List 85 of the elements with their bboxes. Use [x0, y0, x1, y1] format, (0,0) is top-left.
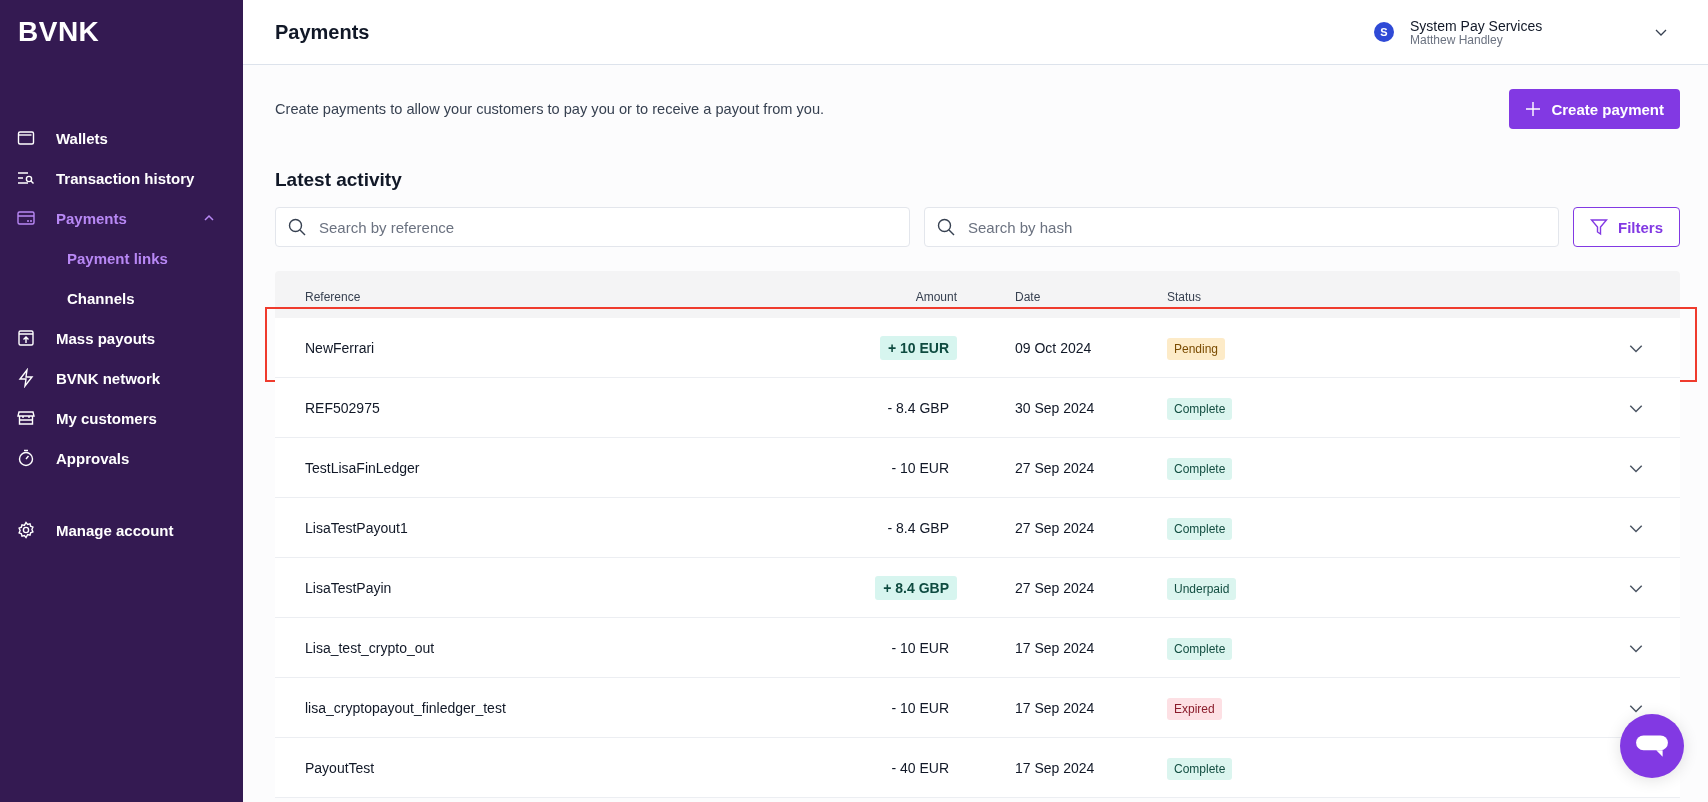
status-tag: Complete	[1167, 757, 1233, 780]
upload-icon	[16, 328, 36, 348]
table-row[interactable]: lisa_cryptopayout_finledger_test - 10 EUR 17 Sep 2024 Expired	[275, 678, 1680, 738]
status-tag: Complete	[1167, 517, 1233, 540]
plus-icon	[1525, 101, 1542, 117]
status-tag: Complete	[1167, 457, 1233, 480]
gear-icon	[16, 520, 36, 540]
status-tag: Complete	[1167, 637, 1233, 660]
nav-label: Transaction history	[56, 169, 195, 187]
amount: - 10 EUR	[890, 458, 950, 478]
nav-item[interactable]: Transaction history	[0, 158, 243, 198]
wallet-icon	[16, 128, 36, 148]
table-row[interactable]: Lisa_test_crypto_out - 10 EUR 17 Sep 2024 Complete	[275, 618, 1680, 678]
table-row[interactable]: TestLisaFinLedger - 10 EUR 27 Sep 2024 Complete	[275, 438, 1680, 498]
account-name: System Pay Services	[1410, 17, 1544, 34]
table-cell-text: 27 Sep 2024	[1014, 459, 1096, 476]
create-payment-button[interactable]: Create payment	[1509, 89, 1680, 129]
amount: - 10 EUR	[890, 698, 950, 718]
section-title: Latest activity	[275, 169, 403, 191]
card-icon	[16, 208, 36, 228]
avatar: S	[1374, 22, 1394, 42]
column-header: Reference	[304, 289, 362, 304]
page-title: Payments	[275, 20, 371, 44]
table-row[interactable]: REF502975 - 8.4 GBP 30 Sep 2024 Complete	[275, 378, 1680, 438]
logo: BVNK	[17, 15, 101, 49]
nav-item[interactable]: My customers	[0, 398, 243, 438]
table-row[interactable]: LisaTestPayout1 - 8.4 GBP 27 Sep 2024 Complete	[275, 498, 1680, 558]
table-cell-text: Lisa_test_crypto_out	[304, 639, 436, 656]
amount: + 8.4 GBP	[875, 575, 957, 600]
table-row[interactable]: NewFerrari + 10 EUR 09 Oct 2024 Pending	[275, 318, 1680, 378]
table-cell-text: PayoutTest	[304, 759, 376, 776]
nav-item[interactable]: Mass payouts	[0, 318, 243, 358]
nav-item[interactable]: Wallets	[0, 118, 243, 158]
stopwatch-icon	[16, 448, 36, 468]
chat-bubble-icon	[1635, 733, 1669, 759]
nav-subitem[interactable]: Channels	[0, 278, 135, 318]
amount: + 10 EUR	[879, 335, 957, 360]
table-cell-text: LisaTestPayout1	[304, 519, 409, 536]
nav-label: Mass payouts	[56, 329, 156, 347]
lightning-icon	[16, 368, 36, 388]
nav-item[interactable]: Approvals	[0, 438, 243, 478]
table-cell-text: 17 Sep 2024	[1014, 759, 1096, 776]
nav-item[interactable]: Manage account	[0, 510, 243, 550]
amount: - 10 EUR	[890, 638, 950, 658]
amount: - 40 EUR	[890, 758, 950, 778]
table-cell-text: TestLisaFinLedger	[304, 459, 421, 476]
table-row[interactable]: PayoutTest - 40 EUR 17 Sep 2024 Complete	[275, 738, 1680, 798]
search-icon	[288, 218, 306, 236]
store-icon	[16, 408, 36, 428]
nav-subitem[interactable]: Payment links	[0, 238, 168, 278]
table-cell-text: lisa_cryptopayout_finledger_test	[304, 699, 507, 716]
table-cell-text: REF502975	[304, 399, 381, 416]
column-header: Amount	[914, 289, 957, 304]
nav-label: Manage account	[56, 521, 174, 539]
intro-text: Create payments to allow your customers to pay you or to receive a payout from you.	[275, 101, 825, 117]
table-cell-text: 17 Sep 2024	[1014, 639, 1096, 656]
table-cell-text: LisaTestPayin	[304, 579, 393, 596]
nav-label: BVNK network	[56, 369, 161, 387]
nav-item[interactable]: BVNK network	[0, 358, 243, 398]
amount: - 8.4 GBP	[886, 518, 950, 538]
table-cell-text: 27 Sep 2024	[1014, 579, 1096, 596]
table-cell-text: NewFerrari	[304, 339, 376, 356]
table-cell-text: 30 Sep 2024	[1014, 399, 1096, 416]
table-cell-text: 09 Oct 2024	[1014, 339, 1093, 356]
status-tag: Pending	[1167, 337, 1226, 360]
nav-label: My customers	[56, 409, 157, 427]
status-tag: Complete	[1167, 397, 1233, 420]
nav-label: Payments	[56, 209, 127, 227]
nav-item[interactable]: Payments	[0, 198, 243, 238]
amount: - 8.4 GBP	[886, 398, 950, 418]
search-icon	[937, 218, 955, 236]
search-field[interactable]: Search by reference	[275, 207, 910, 247]
status-tag: Underpaid	[1167, 577, 1237, 600]
nav-label: Wallets	[56, 129, 108, 147]
search-field[interactable]: Search by hash	[924, 207, 1559, 247]
filters-button[interactable]: Filters	[1573, 207, 1680, 247]
user-name: Matthew Handley	[1410, 33, 1504, 47]
table-row[interactable]: LisaTestPayin + 8.4 GBP 27 Sep 2024 Underpaid	[275, 558, 1680, 618]
table-cell-text: 17 Sep 2024	[1014, 699, 1096, 716]
table-cell-text: 27 Sep 2024	[1014, 519, 1096, 536]
column-header: Date	[1014, 289, 1042, 304]
status-tag: Expired	[1167, 697, 1222, 720]
nav-label: Approvals	[56, 449, 130, 467]
filter-icon	[1590, 218, 1608, 236]
column-header: Status	[1167, 289, 1203, 304]
